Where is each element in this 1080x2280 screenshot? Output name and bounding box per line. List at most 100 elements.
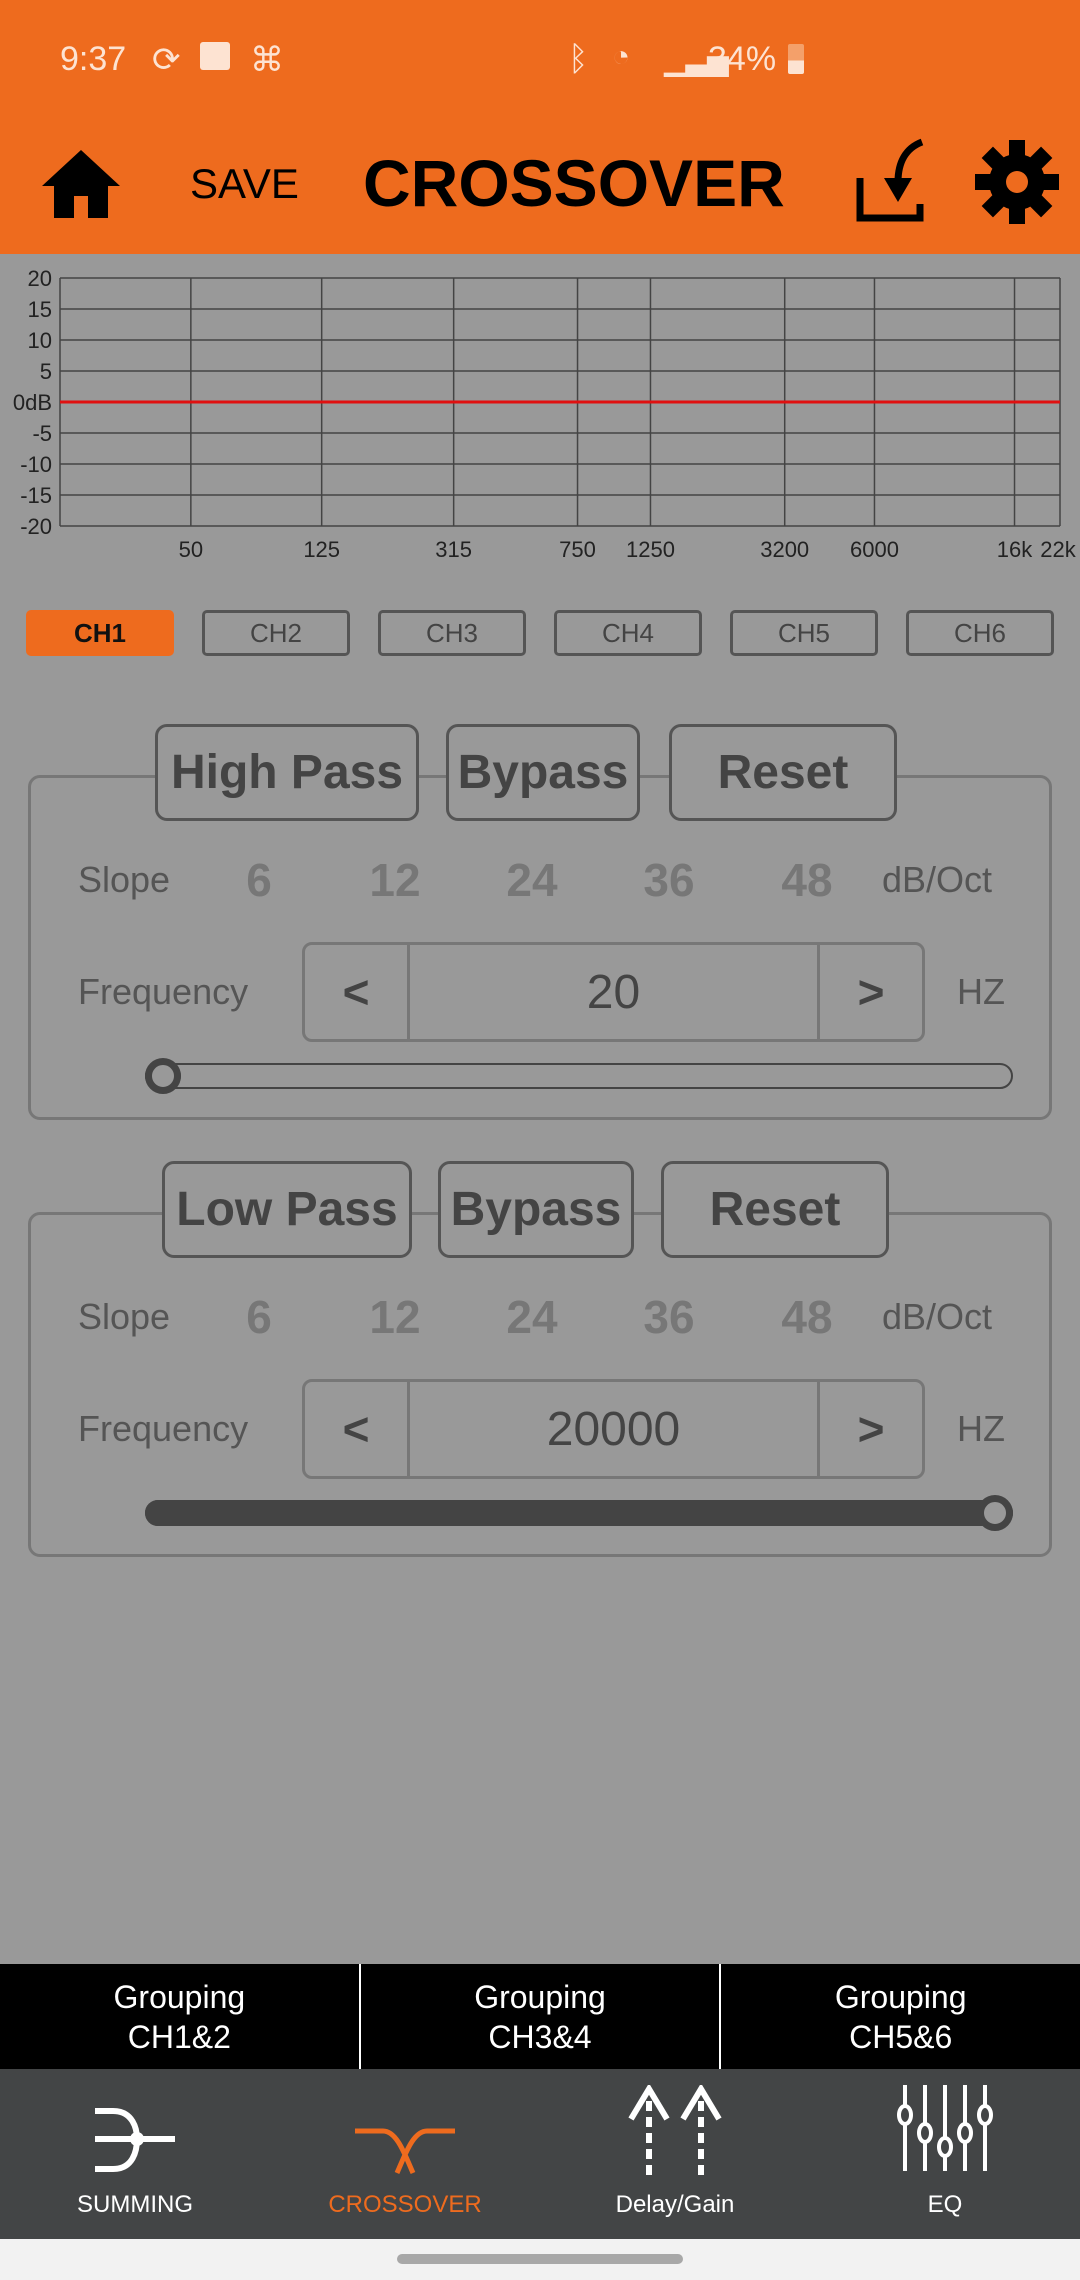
high-pass-reset-button[interactable]: Reset — [669, 724, 897, 821]
x-tick-label: 6000 — [850, 537, 899, 560]
sync-icon: ⟳ — [152, 41, 181, 79]
high-pass-frequency-stepper: < 20 > — [302, 942, 925, 1042]
grouping-ch3-4-button[interactable]: Grouping CH3&4 — [358, 1964, 720, 2069]
grouping-label: Grouping — [834, 1978, 967, 2015]
grouping-channels: CH3&4 — [488, 2018, 592, 2055]
frequency-response-chart: 20 15 10 5 0dB -5 -10 -15 -20 50 125 315 750 1250 3200… — [13, 266, 1077, 560]
slope-option-24[interactable]: 24 — [506, 1290, 557, 1344]
channel-ch3-button[interactable]: CH3 — [378, 610, 526, 656]
y-tick-label: -20 — [20, 514, 52, 539]
slope-unit: dB/Oct — [882, 1296, 993, 1337]
x-tick-label: 22k — [1040, 537, 1076, 560]
y-tick-label: 15 — [28, 297, 52, 322]
x-tick-label: 315 — [435, 537, 472, 560]
slope-option-12[interactable]: 12 — [369, 853, 420, 907]
nav-label: EQ — [927, 2191, 963, 2218]
status-bar: 9:37 ⟳ ⌘ ᛒ ◔ ▁▃▅ 34% — [0, 40, 1080, 90]
nav-summing[interactable]: SUMMING — [0, 2069, 270, 2239]
grouping-label: Grouping — [113, 1978, 246, 2015]
slope-option-6[interactable]: 6 — [246, 1290, 272, 1344]
app-header: 9:37 ⟳ ⌘ ᛒ ◔ ▁▃▅ 34% SAVE CROSSOVER — [0, 0, 1080, 254]
increase-frequency-button[interactable]: > — [820, 945, 922, 1039]
page-title: CROSSOVER — [363, 146, 785, 220]
app-icon: ⌘ — [250, 41, 284, 79]
home-indicator[interactable] — [0, 2239, 1080, 2280]
battery-text: 34% — [708, 40, 777, 78]
channel-ch1-button[interactable]: CH1 — [26, 610, 174, 656]
x-tick-label: 1250 — [626, 537, 675, 560]
y-tick-label: -15 — [20, 483, 52, 508]
high-pass-bypass-button[interactable]: Bypass — [446, 724, 640, 821]
x-tick-label: 50 — [179, 537, 203, 560]
grouping-channels: CH1&2 — [127, 2018, 231, 2055]
clock: 9:37 — [60, 40, 127, 78]
x-tick-label: 750 — [559, 537, 596, 560]
slope-option-48[interactable]: 48 — [781, 1290, 832, 1344]
nav-label: CROSSOVER — [328, 2191, 482, 2218]
bluetooth-icon: ᛒ — [568, 40, 589, 78]
home-icon[interactable] — [42, 150, 120, 218]
wifi-icon: ◔ — [612, 40, 631, 73]
x-tick-label: 125 — [303, 537, 340, 560]
slope-option-24[interactable]: 24 — [506, 853, 557, 907]
grouping-ch1-2-button[interactable]: Grouping CH1&2 — [0, 1964, 359, 2069]
low-pass-reset-button[interactable]: Reset — [661, 1161, 889, 1258]
frequency-label: Frequency — [78, 971, 249, 1012]
increase-frequency-button[interactable]: > — [820, 1382, 922, 1476]
slope-label: Slope — [78, 859, 171, 900]
x-tick-label: 3200 — [760, 537, 809, 560]
grouping-ch5-6-button[interactable]: Grouping CH5&6 — [719, 1964, 1080, 2069]
frequency-value[interactable]: 20000 — [407, 1382, 820, 1476]
frequency-unit: HZ — [957, 971, 1005, 1012]
nav-eq[interactable]: EQ — [810, 2069, 1080, 2239]
eq-icon — [897, 2085, 993, 2171]
slider-thumb[interactable] — [145, 1058, 181, 1094]
nav-delay-gain[interactable]: Delay/Gain — [540, 2069, 810, 2239]
high-pass-toggle-button[interactable]: High Pass — [155, 724, 419, 821]
nav-label: Delay/Gain — [615, 2191, 735, 2218]
bottom-nav: SUMMING CROSSOVER Delay/Gain EQ — [0, 2069, 1080, 2239]
y-tick-label: 0dB — [13, 390, 52, 415]
channel-ch6-button[interactable]: CH6 — [906, 610, 1054, 656]
battery-icon — [788, 44, 804, 74]
slope-label: Slope — [78, 1296, 171, 1337]
nav-label: SUMMING — [77, 2191, 193, 2218]
frequency-value[interactable]: 20 — [407, 945, 820, 1039]
grouping-label: Grouping — [474, 1978, 606, 2015]
low-pass-bypass-button[interactable]: Bypass — [438, 1161, 634, 1258]
decrease-frequency-button[interactable]: < — [305, 1382, 407, 1476]
export-icon[interactable] — [856, 138, 926, 222]
slope-unit: dB/Oct — [882, 859, 993, 900]
y-tick-label: -5 — [32, 421, 52, 446]
slider-thumb[interactable] — [977, 1495, 1013, 1531]
summing-icon — [95, 2108, 175, 2172]
gear-icon[interactable] — [975, 140, 1059, 224]
crossover-icon — [355, 2128, 455, 2175]
nav-crossover[interactable]: CROSSOVER — [270, 2069, 540, 2239]
x-tick-label: 16k — [997, 537, 1033, 560]
high-pass-frequency-slider[interactable] — [145, 1063, 1013, 1089]
frequency-label: Frequency — [78, 1408, 249, 1449]
grouping-bar: Grouping CH1&2 Grouping CH3&4 Grouping CH5&… — [0, 1964, 1080, 2069]
channel-ch4-button[interactable]: CH4 — [554, 610, 702, 656]
channel-ch2-button[interactable]: CH2 — [202, 610, 350, 656]
slope-option-48[interactable]: 48 — [781, 853, 832, 907]
y-tick-label: 10 — [28, 328, 52, 353]
low-pass-toggle-button[interactable]: Low Pass — [162, 1161, 412, 1258]
slope-option-36[interactable]: 36 — [643, 1290, 694, 1344]
frequency-unit: HZ — [957, 1408, 1005, 1449]
decrease-frequency-button[interactable]: < — [305, 945, 407, 1039]
channel-ch5-button[interactable]: CH5 — [730, 610, 878, 656]
slope-option-6[interactable]: 6 — [246, 853, 272, 907]
slope-option-36[interactable]: 36 — [643, 853, 694, 907]
delay-gain-icon — [628, 2085, 722, 2175]
y-tick-label: -10 — [20, 452, 52, 477]
gallery-icon — [200, 42, 230, 70]
slope-option-12[interactable]: 12 — [369, 1290, 420, 1344]
save-button[interactable]: SAVE — [190, 160, 299, 208]
low-pass-frequency-stepper: < 20000 > — [302, 1379, 925, 1479]
grouping-channels: CH5&6 — [849, 2018, 953, 2055]
y-tick-label: 20 — [28, 266, 52, 291]
y-tick-label: 5 — [40, 359, 52, 384]
slider-fill — [145, 1500, 1013, 1526]
